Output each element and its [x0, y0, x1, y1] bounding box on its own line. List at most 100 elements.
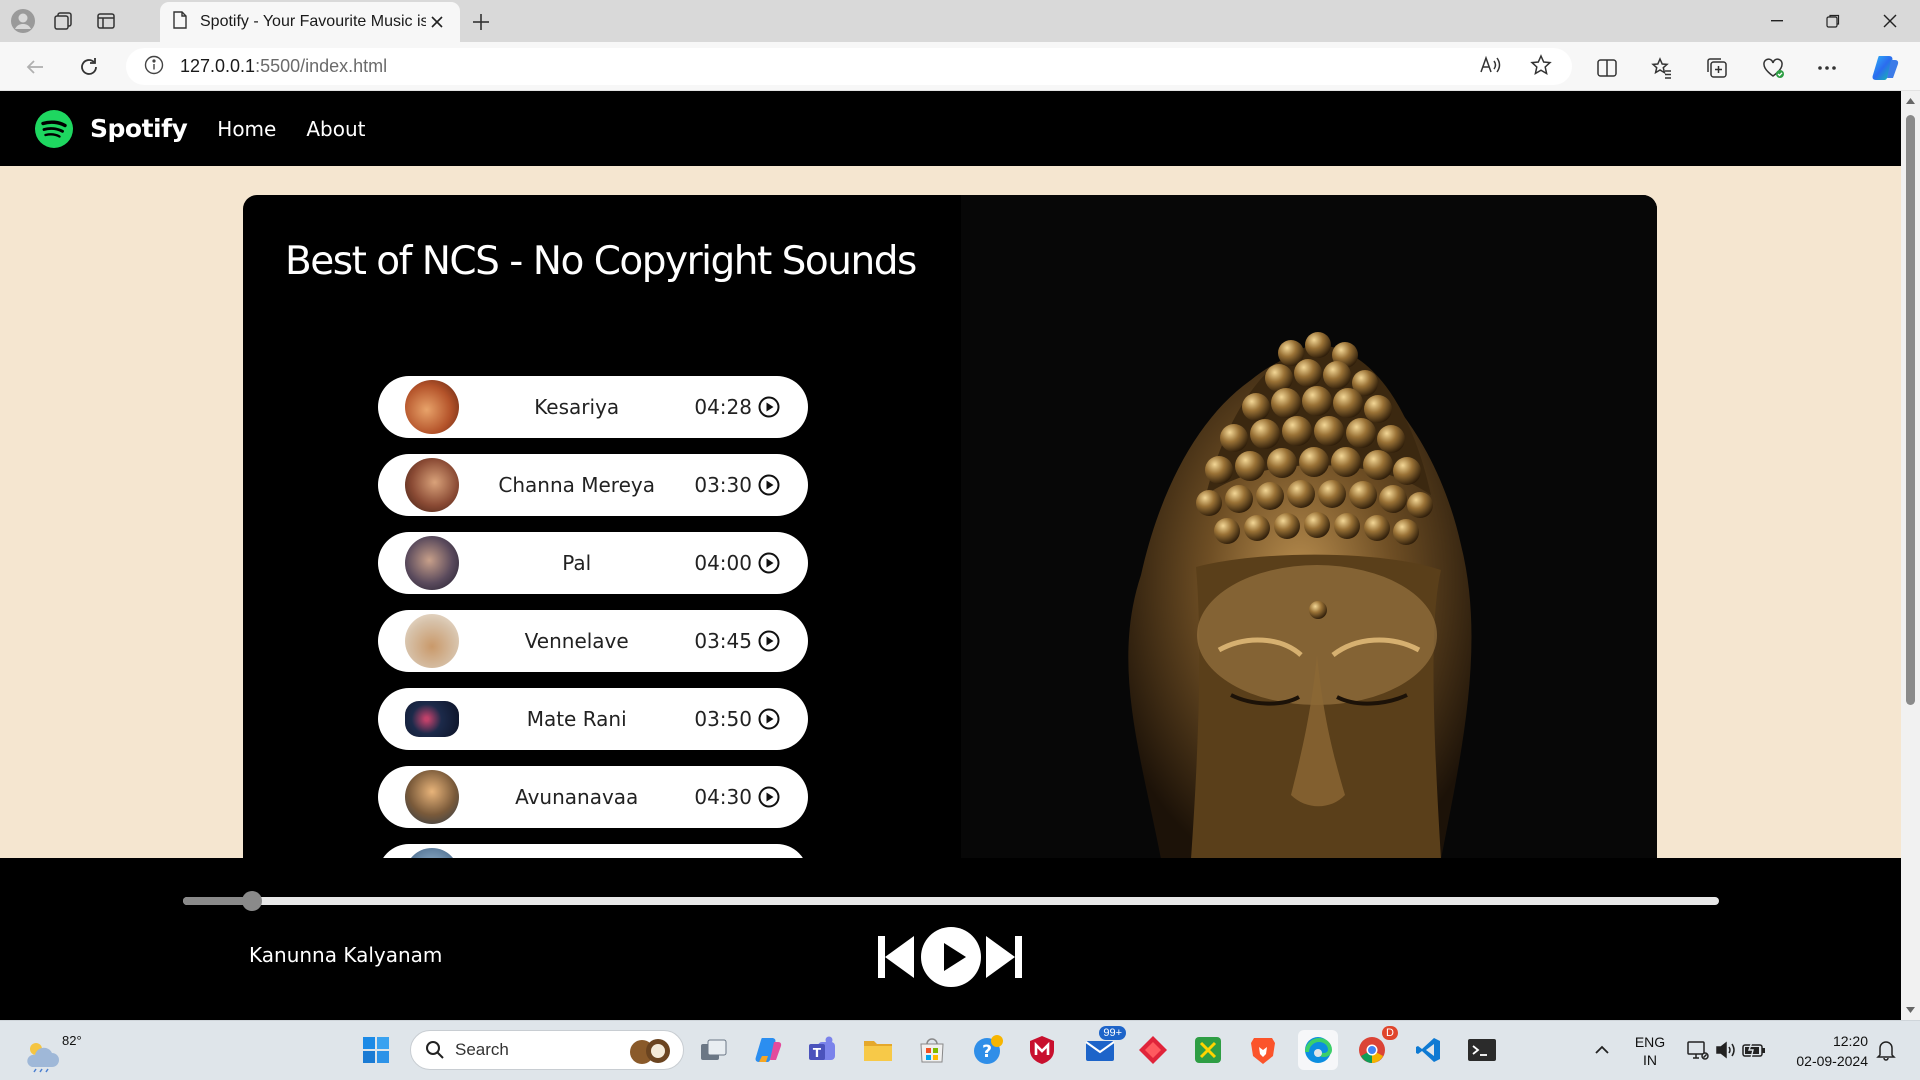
buddha-image: [1128, 332, 1472, 859]
song-item[interactable]: Pal 04:00: [378, 532, 808, 594]
get-help-icon[interactable]: ?: [968, 1030, 1008, 1070]
nav-link-home[interactable]: Home: [217, 117, 276, 141]
play-circle-icon[interactable]: [758, 474, 780, 496]
collections-icon[interactable]: [1700, 51, 1734, 85]
address-toolbar: 127.0.0.1:5500/index.html: [0, 42, 1920, 91]
song-name: Avunanavaa: [515, 785, 639, 809]
song-duration: 04:00: [694, 551, 752, 575]
play-circle-icon[interactable]: [758, 630, 780, 652]
song-name: Vennelave: [524, 629, 629, 653]
play-circle-icon[interactable]: [758, 552, 780, 574]
scroll-up-arrow-icon[interactable]: [1901, 95, 1920, 107]
scroll-down-arrow-icon[interactable]: [1901, 1004, 1920, 1016]
scrollbar-thumb[interactable]: [1906, 115, 1915, 705]
play-button-icon[interactable]: [920, 926, 982, 988]
chrome-browser-icon[interactable]: D: [1352, 1026, 1398, 1070]
start-button-icon[interactable]: [356, 1030, 396, 1070]
song-cover: [405, 536, 459, 590]
play-circle-icon[interactable]: [758, 708, 780, 730]
main-container: Best of NCS - No Copyright Sounds Kesari…: [243, 195, 1657, 859]
play-circle-icon[interactable]: [758, 396, 780, 418]
album-art-buddha: [961, 195, 1657, 859]
show-hidden-icons-chevron-icon[interactable]: [1582, 1030, 1622, 1070]
terminal-icon[interactable]: [1462, 1030, 1502, 1070]
vscode-icon[interactable]: [1408, 1030, 1448, 1070]
file-explorer-icon[interactable]: [858, 1030, 898, 1070]
song-item[interactable]: Vennelave 03:45: [378, 610, 808, 672]
clock-time: 12:20: [1832, 1033, 1868, 1049]
brand-name[interactable]: Spotify: [90, 114, 188, 143]
song-list-panel: Best of NCS - No Copyright Sounds Kesari…: [243, 195, 961, 859]
profile-icon[interactable]: [8, 6, 38, 36]
song-item[interactable]: Avunanavaa 04:30: [378, 766, 808, 828]
weather-widget[interactable]: 82°: [22, 1029, 82, 1075]
svg-text:?: ?: [982, 1042, 992, 1062]
close-tab-icon[interactable]: [426, 11, 448, 33]
split-screen-icon[interactable]: [1590, 51, 1624, 85]
favorites-icon[interactable]: [1645, 51, 1679, 85]
coconut-highlight-icon: [630, 1039, 670, 1064]
browser-essentials-icon[interactable]: [1756, 51, 1790, 85]
taskbar-search[interactable]: Search: [410, 1030, 684, 1070]
mcafee-icon[interactable]: [1022, 1030, 1062, 1070]
task-view-icon[interactable]: [694, 1030, 734, 1070]
notifications-bell-icon[interactable]: [1866, 1030, 1906, 1070]
song-cover: [405, 614, 459, 668]
site-navbar: Spotify Home About: [0, 91, 1901, 166]
site-info-icon[interactable]: [144, 55, 164, 79]
url-text: 127.0.0.1:5500/index.html: [180, 56, 387, 77]
song-duration: 03:30: [694, 473, 752, 497]
battery-icon[interactable]: [1734, 1030, 1774, 1070]
song-cover: [405, 458, 459, 512]
page-scrollbar[interactable]: [1901, 91, 1920, 1020]
more-options-icon[interactable]: [1810, 51, 1844, 85]
song-name: Channa Mereya: [498, 473, 655, 497]
region-code: IN: [1643, 1052, 1657, 1068]
red-diamond-app-icon[interactable]: [1133, 1030, 1173, 1070]
playback-controls: [876, 926, 1024, 988]
reload-button[interactable]: [72, 50, 106, 84]
song-item[interactable]: Mate Rani 03:50: [378, 688, 808, 750]
seek-bar-handle[interactable]: [242, 891, 263, 911]
copilot-app-icon[interactable]: [748, 1030, 788, 1070]
playlist-title: Best of NCS - No Copyright Sounds: [285, 239, 917, 284]
system-clock[interactable]: 12:20 02-09-2024: [1796, 1031, 1868, 1071]
close-window-button[interactable]: [1867, 6, 1913, 36]
chrome-badge: D: [1382, 1026, 1398, 1040]
song-item[interactable]: Channa Mereya 03:30: [378, 454, 808, 516]
favorite-star-icon[interactable]: [1524, 48, 1558, 82]
active-tab[interactable]: Spotify - Your Favourite Music is Here: [160, 2, 460, 42]
brave-browser-icon[interactable]: [1243, 1030, 1283, 1070]
teams-icon[interactable]: T: [802, 1030, 842, 1070]
microsoft-store-icon[interactable]: [912, 1030, 952, 1070]
workspaces-icon[interactable]: [48, 6, 78, 36]
minimize-button[interactable]: [1754, 6, 1800, 36]
previous-track-icon[interactable]: [876, 933, 916, 981]
song-name: Mate Rani: [526, 707, 627, 731]
nav-link-about[interactable]: About: [306, 117, 365, 141]
song-item-partial[interactable]: [378, 844, 808, 859]
song-item[interactable]: Kesariya 04:28: [378, 376, 808, 438]
song-duration: 03:50: [694, 707, 752, 731]
mail-icon[interactable]: 99+: [1080, 1026, 1126, 1070]
green-tool-app-icon[interactable]: [1188, 1030, 1228, 1070]
copilot-icon[interactable]: [1868, 51, 1902, 85]
input-language[interactable]: ENG IN: [1630, 1033, 1670, 1069]
vertical-tabs-icon[interactable]: [91, 6, 121, 36]
address-bar[interactable]: 127.0.0.1:5500/index.html: [126, 48, 1572, 85]
back-button[interactable]: [18, 50, 52, 84]
song-duration: 03:45: [694, 629, 752, 653]
seek-bar[interactable]: [183, 891, 1719, 911]
restore-button[interactable]: [1810, 6, 1856, 36]
read-aloud-icon[interactable]: [1473, 48, 1507, 82]
url-path: :5500/index.html: [255, 56, 388, 76]
browser-tab-strip: Spotify - Your Favourite Music is Here: [0, 0, 1920, 42]
next-track-icon[interactable]: [984, 933, 1024, 981]
search-icon: [426, 1041, 444, 1059]
temperature: 82°: [62, 1033, 82, 1048]
play-circle-icon[interactable]: [758, 786, 780, 808]
new-tab-button[interactable]: [466, 7, 496, 37]
edge-browser-icon[interactable]: [1298, 1030, 1338, 1070]
url-host: 127.0.0.1: [180, 56, 256, 76]
spotify-logo-icon[interactable]: [34, 109, 74, 149]
